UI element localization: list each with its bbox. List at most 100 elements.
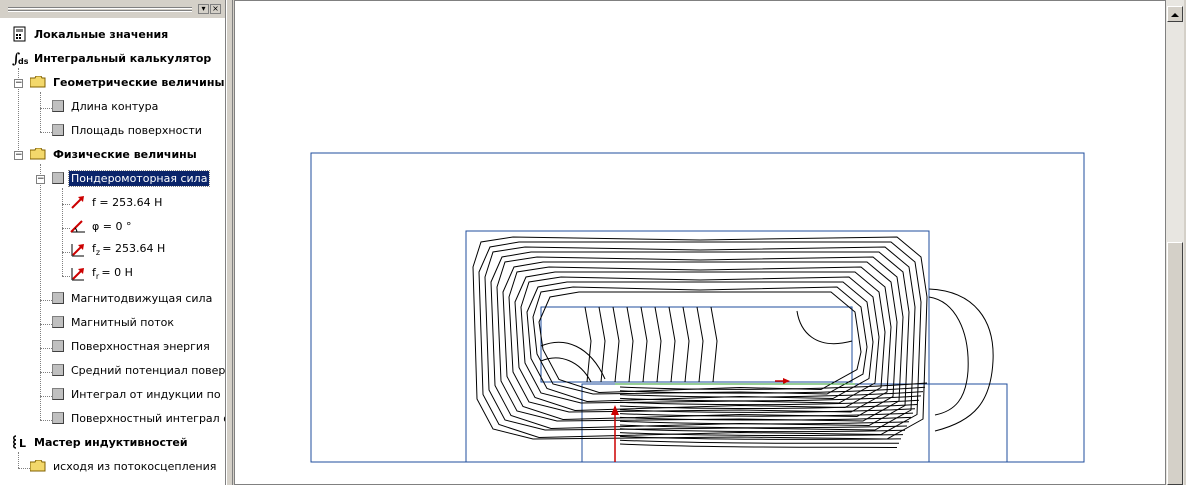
- square-item-icon: [52, 100, 64, 112]
- force-arrow-head: [783, 378, 790, 384]
- flux-contour-line: [626, 306, 634, 383]
- tree-item-integral-calculator[interactable]: ∫ ds Интегральный калькулятор: [12, 48, 213, 68]
- tree-item-average-potential[interactable]: Средний потенциал поверхно: [52, 360, 226, 380]
- square-item-icon: [52, 388, 64, 400]
- tree-line: [18, 452, 19, 468]
- flux-contour-line: [682, 306, 690, 383]
- collapse-physical-toggle[interactable]: −: [14, 151, 23, 160]
- tree-item-magnetic-flux[interactable]: Магнитный поток: [52, 312, 176, 332]
- square-item-icon: [52, 172, 64, 184]
- tree-item-label: Магнитодвижущая сила: [71, 291, 213, 305]
- flux-contour-line: [928, 288, 994, 432]
- tree-item-force-z-value[interactable]: fz = 253.64 Н: [70, 240, 167, 260]
- tree-item-label: fr = 0 Н: [92, 266, 133, 282]
- force-vector-icon: [71, 196, 84, 209]
- scroll-thumb[interactable]: [1167, 242, 1183, 485]
- panel-menu-button[interactable]: ▾: [198, 4, 209, 14]
- tree-line: [62, 188, 63, 276]
- folder-icon: [30, 148, 46, 160]
- tree-item-local-values[interactable]: Локальные значения: [12, 24, 170, 44]
- tree-item-label: Мастер индуктивностей: [34, 435, 188, 449]
- flux-contour-line: [612, 306, 620, 383]
- tree-item-label: φ = 0 °: [92, 219, 132, 233]
- tree-item-from-flux-linkage[interactable]: исходя из потокосцепления: [30, 456, 218, 476]
- panel-close-button[interactable]: ×: [210, 4, 221, 14]
- tree-item-geometric-quantities[interactable]: Геометрические величины: [30, 72, 225, 92]
- panel-header: ▾ ×: [0, 0, 225, 18]
- flux-contour-line: [540, 357, 592, 383]
- tree-item-ponderomotive-force[interactable]: Пондеромоторная сила: [52, 168, 211, 188]
- tree-item-inductance-wizard[interactable]: L Мастер индуктивностей: [12, 432, 190, 452]
- tree-line: [40, 164, 41, 420]
- tree-item-label: fz = 253.64 Н: [92, 242, 166, 258]
- results-tree-panel: ▾ × − − − Локальные значения ∫ ds Интегр…: [0, 0, 226, 485]
- field-plot-canvas[interactable]: [234, 0, 1166, 485]
- tree-line: [40, 132, 52, 133]
- tree-item-surface-area[interactable]: Площадь поверхности: [52, 120, 204, 140]
- integral-calculator-icon: ∫ ds: [12, 51, 28, 66]
- axis-arrow-head: [611, 405, 619, 415]
- tree-item-label: Поверхностный интеграл от: [71, 411, 226, 425]
- inductance-wizard-icon: L: [13, 435, 26, 450]
- square-item-icon: [52, 412, 64, 424]
- angle-icon: [70, 220, 85, 233]
- flux-contour-line: [619, 420, 910, 425]
- tree-line: [40, 348, 52, 349]
- tree-line: [40, 372, 52, 373]
- tree-item-contour-length[interactable]: Длина контура: [52, 96, 160, 116]
- tree-item-label: Средний потенциал поверхно: [71, 363, 226, 377]
- tree-item-force-value[interactable]: f = 253.64 Н: [70, 192, 164, 212]
- flux-contour-line: [710, 306, 718, 383]
- force-z-icon: [71, 244, 84, 257]
- flux-contour-line: [598, 306, 606, 383]
- square-item-icon: [52, 364, 64, 376]
- flux-contour-line: [654, 306, 662, 383]
- tree-item-label: Интеграл от индукции по ком: [71, 387, 225, 401]
- flux-contour-line: [668, 306, 676, 383]
- tree-item-label: Магнитный поток: [71, 315, 174, 329]
- flux-contour-line: [619, 443, 898, 448]
- collapse-force-toggle[interactable]: −: [36, 175, 45, 184]
- square-item-icon: [52, 124, 64, 136]
- flux-contour-line: [796, 310, 853, 345]
- panel-drag-grip[interactable]: [8, 6, 192, 12]
- tree-item-surface-energy[interactable]: Поверхностная энергия: [52, 336, 212, 356]
- tree-line: [40, 92, 41, 132]
- panel-splitter[interactable]: [226, 0, 233, 485]
- tree-item-surface-integral[interactable]: Поверхностный интеграл от: [52, 408, 226, 428]
- tree-line: [40, 324, 52, 325]
- tree-line: [40, 396, 52, 397]
- tree-item-label: исходя из потокосцепления: [53, 459, 217, 473]
- scroll-up-button[interactable]: [1167, 6, 1183, 22]
- square-item-icon: [52, 340, 64, 352]
- tree-line: [18, 468, 30, 469]
- tree-line: [62, 276, 70, 277]
- svg-text:L: L: [19, 437, 26, 450]
- tree-line: [62, 228, 70, 229]
- tree-line: [62, 204, 70, 205]
- tree-item-force-r-value[interactable]: fr = 0 Н: [70, 264, 135, 284]
- tree-item-label: Длина контура: [71, 99, 159, 113]
- collapse-geometric-toggle[interactable]: −: [14, 79, 23, 88]
- tree-item-label: Поверхностная энергия: [71, 339, 210, 353]
- tree-line: [40, 420, 52, 421]
- flux-contour-line: [584, 306, 592, 383]
- field-plot-svg: [310, 152, 1085, 463]
- tree-item-label: Физические величины: [53, 147, 197, 161]
- arrow-up-icon: [1171, 13, 1179, 17]
- flux-contour-line: [514, 271, 886, 412]
- flux-contour-line: [696, 306, 704, 383]
- tree-line: [40, 300, 52, 301]
- tree-item-induction-integral[interactable]: Интеграл от индукции по ком: [52, 384, 225, 404]
- flux-contour-line: [619, 439, 900, 444]
- flux-contour-line: [540, 341, 606, 380]
- tree-item-physical-quantities[interactable]: Физические величины: [30, 144, 199, 164]
- tree-line: [62, 252, 70, 253]
- tree-item-label: f = 253.64 Н: [92, 195, 163, 209]
- tree-line: [40, 108, 52, 109]
- folder-icon: [30, 76, 46, 88]
- tree-item-angle-value[interactable]: φ = 0 °: [70, 216, 133, 236]
- tree-item-magnetomotive-force[interactable]: Магнитодвижущая сила: [52, 288, 214, 308]
- square-item-icon: [52, 316, 64, 328]
- vertical-scrollbar[interactable]: [1166, 0, 1184, 485]
